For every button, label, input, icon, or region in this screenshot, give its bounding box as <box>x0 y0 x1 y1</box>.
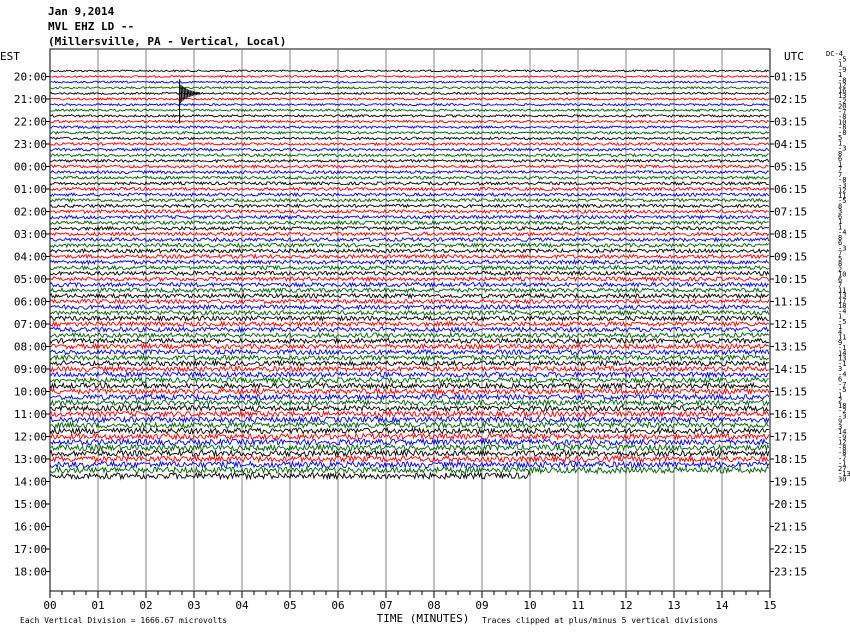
x-tick-label: 13 <box>667 599 680 612</box>
utc-hour-label: 19:15 <box>774 476 807 489</box>
utc-hour-label: 01:15 <box>774 71 807 84</box>
est-hour-label: 18:00 <box>14 566 47 579</box>
x-tick-label: 04 <box>235 599 249 612</box>
dc-offset-label: 30 <box>838 475 846 483</box>
x-tick-label: 05 <box>283 599 296 612</box>
est-hour-label: 23:00 <box>14 138 47 151</box>
x-tick-label: 00 <box>43 599 56 612</box>
x-tick-label: 08 <box>427 599 440 612</box>
scale-note: Each Vertical Division = 1666.67 microvo… <box>20 616 228 625</box>
x-tick-label: 07 <box>379 599 392 612</box>
est-hour-label: 21:00 <box>14 93 47 106</box>
utc-hour-label: 05:15 <box>774 161 807 174</box>
utc-hour-label: 13:15 <box>774 341 807 354</box>
utc-hour-label: 18:15 <box>774 453 807 466</box>
est-hour-label: 12:00 <box>14 431 47 444</box>
est-hour-label: 06:00 <box>14 296 47 309</box>
est-hour-label: 14:00 <box>14 476 47 489</box>
est-hour-label: 08:00 <box>14 341 47 354</box>
utc-hour-label: 16:15 <box>774 408 807 421</box>
est-hour-label: 17:00 <box>14 543 47 556</box>
utc-hour-label: 12:15 <box>774 318 807 331</box>
x-tick-label: 03 <box>187 599 200 612</box>
utc-hour-label: 03:15 <box>774 116 807 129</box>
est-hour-label: 03:00 <box>14 228 47 241</box>
est-hour-label: 13:00 <box>14 453 47 466</box>
est-hour-label: 04:00 <box>14 251 47 264</box>
est-hour-label: 10:00 <box>14 386 47 399</box>
utc-hour-label: 08:15 <box>774 228 807 241</box>
utc-hour-label: 14:15 <box>774 363 807 376</box>
utc-hour-label: 21:15 <box>774 521 807 534</box>
est-hour-label: 01:00 <box>14 183 47 196</box>
clip-note: Traces clipped at plus/minus 5 vertical … <box>482 616 719 625</box>
est-hour-label: 20:00 <box>14 71 47 84</box>
utc-axis-label: UTC <box>784 50 804 63</box>
helicorder-plot: EST UTC 20:00 21:00 22:00 23:00 00:00 01:00 02:0… <box>0 48 850 625</box>
plot-frame <box>49 48 771 592</box>
x-tick-label: 01 <box>91 599 104 612</box>
est-hour-label: 07:00 <box>14 318 47 331</box>
utc-hour-label: 23:15 <box>774 566 807 579</box>
utc-hour-label: 22:15 <box>774 543 807 556</box>
x-tick-label: 06 <box>331 599 344 612</box>
utc-hour-label: 15:15 <box>774 386 807 399</box>
utc-hour-label: 07:15 <box>774 206 807 219</box>
utc-hour-label: 17:15 <box>774 431 807 444</box>
utc-hour-label: 04:15 <box>774 138 807 151</box>
x-tick-label: 14 <box>715 599 729 612</box>
est-hour-label: 02:00 <box>14 206 47 219</box>
est-hour-label: 05:00 <box>14 273 47 286</box>
utc-hour-label: 11:15 <box>774 296 807 309</box>
est-hour-label: 16:00 <box>14 521 47 534</box>
utc-hour-label: 09:15 <box>774 251 807 264</box>
est-hour-label: 11:00 <box>14 408 47 421</box>
x-tick-label: 02 <box>139 599 152 612</box>
x-tick-label: 12 <box>619 599 632 612</box>
est-hour-label: 09:00 <box>14 363 47 376</box>
x-tick-label: 09 <box>475 599 488 612</box>
x-tick-label: 11 <box>571 599 584 612</box>
est-hour-label: 15:00 <box>14 498 47 511</box>
x-tick-label: 15 <box>763 599 776 612</box>
utc-hour-label: 02:15 <box>774 93 807 106</box>
est-hour-label: 22:00 <box>14 116 47 129</box>
est-axis-label: EST <box>0 50 20 63</box>
utc-hour-label: 20:15 <box>774 498 807 511</box>
utc-hour-label: 10:15 <box>774 273 807 286</box>
utc-hour-label: 06:15 <box>774 183 807 196</box>
est-hour-label: 00:00 <box>14 161 47 174</box>
x-axis-title: TIME (MINUTES) <box>377 612 470 625</box>
x-tick-label: 10 <box>523 599 536 612</box>
